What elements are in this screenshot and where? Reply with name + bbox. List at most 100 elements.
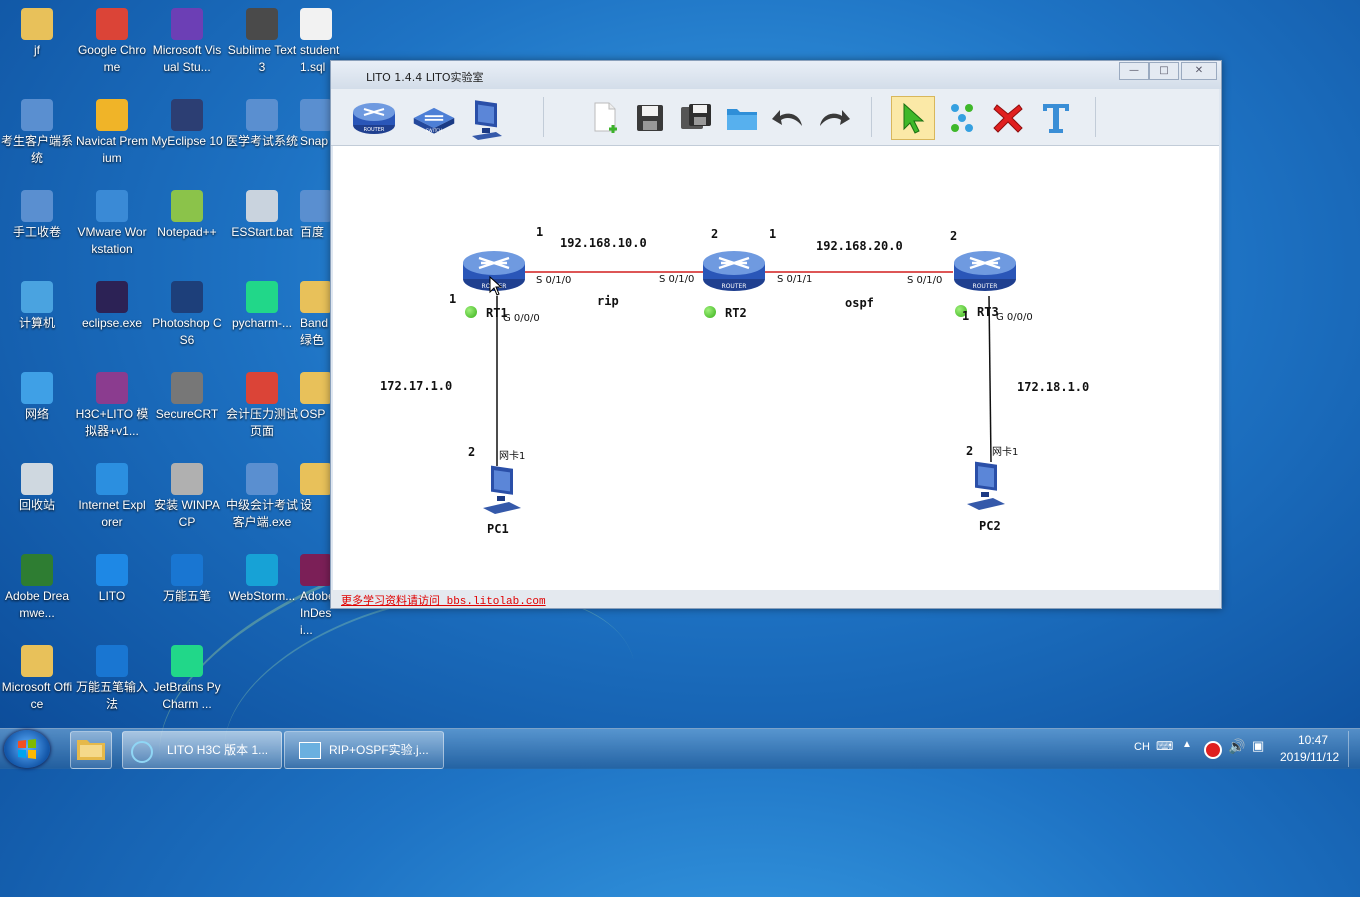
tray-expand-icon[interactable]: ▲	[1182, 739, 1192, 750]
save-button[interactable]	[627, 95, 673, 141]
desktop-icon[interactable]: 考生客户端系统	[0, 99, 74, 167]
topology-canvas[interactable]: ROUTERROUTERROUTER RT1 RT2 RT3	[333, 146, 1219, 590]
desktop-icon[interactable]: H3C+LITO 模拟器+v1...	[75, 372, 149, 440]
show-desktop-button[interactable]	[1348, 731, 1359, 767]
toolbar-separator	[871, 97, 872, 137]
desktop-icon[interactable]: Microsoft Office	[0, 645, 74, 713]
desktop-icon[interactable]: Google Chrome	[75, 8, 149, 76]
title-bar[interactable]: LITO 1.4.4 LITO实验室 — □ ✕	[331, 61, 1221, 89]
desktop-icon-label: 会计压力测试页面	[225, 407, 298, 438]
app-icon	[300, 99, 332, 131]
open-button[interactable]	[719, 95, 765, 141]
desktop-icon[interactable]: ESStart.bat	[225, 190, 299, 241]
language-indicator[interactable]: CH	[1134, 741, 1150, 753]
desktop-icon[interactable]: 网络	[0, 372, 74, 423]
desktop-icon[interactable]: 安装 WINPACP	[150, 463, 224, 531]
desktop-icon[interactable]: SecureCRT	[150, 372, 224, 423]
network-icon	[21, 372, 53, 404]
port-label: G 0/0/0	[503, 313, 540, 324]
add-pc-button[interactable]	[463, 95, 509, 141]
pc-icon	[967, 461, 1005, 510]
forum-link[interactable]: 更多学习资料请访问 bbs.litolab.com	[341, 592, 546, 608]
close-button[interactable]: ✕	[1181, 62, 1217, 80]
explorer-taskbar-button[interactable]	[70, 731, 112, 769]
undo-button[interactable]	[765, 95, 811, 141]
desktop-icon-label: VMware Workstation	[77, 225, 147, 256]
taskbar-button-image[interactable]: RIP+OSPF实验.j...	[284, 731, 444, 769]
pointer-icon	[903, 102, 925, 134]
desktop-icon[interactable]: 医学考试系统	[225, 99, 299, 150]
visual-studio-icon	[171, 8, 203, 40]
save-as-icon	[681, 104, 711, 129]
desktop-icon[interactable]: Notepad++	[150, 190, 224, 241]
desktop-icon[interactable]: JetBrains PyCharm ...	[150, 645, 224, 713]
connect-tool-button[interactable]	[939, 95, 985, 141]
app-icon	[21, 190, 53, 222]
wanneng-icon	[171, 554, 203, 586]
desktop-icon[interactable]: jf	[0, 8, 74, 59]
myeclipse-icon	[171, 99, 203, 131]
keyboard-icon[interactable]: ⌨	[1156, 739, 1173, 753]
desktop-icon[interactable]: VMware Workstation	[75, 190, 149, 258]
desktop-icon-label: 手工收卷	[12, 225, 61, 239]
pc1-label: PC1	[487, 522, 509, 536]
delete-tool-button[interactable]	[985, 95, 1031, 141]
add-router-button[interactable]: ROUTER	[351, 95, 397, 141]
desktop-icon-label: H3C+LITO 模拟器+v1...	[75, 407, 149, 438]
taskbar-button-lito[interactable]: LITO H3C 版本 1...	[122, 731, 282, 769]
text-tool-button[interactable]	[1033, 95, 1079, 141]
redo-button[interactable]	[811, 95, 857, 141]
desktop-icon-label: 中级会计考试客户端.exe	[225, 498, 298, 529]
save-as-button[interactable]	[673, 95, 719, 141]
eclipse-icon	[96, 281, 128, 313]
router-icon: ROUTER	[703, 251, 765, 291]
winrar-icon	[96, 372, 128, 404]
rt2-router[interactable]: ROUTER	[701, 246, 767, 300]
rt2-status-dot	[704, 306, 716, 318]
desktop-icon[interactable]: MyEclipse 10	[150, 99, 224, 150]
folder-icon	[77, 740, 105, 760]
desktop-icon[interactable]: 会计压力测试页面	[225, 372, 299, 440]
pc2-device[interactable]	[963, 456, 1009, 516]
folder-icon	[300, 463, 332, 495]
select-tool-button[interactable]	[891, 96, 935, 140]
windows-logo-icon	[18, 739, 36, 759]
network-label: 172.17.1.0	[380, 379, 453, 393]
port-label: S 0/1/0	[907, 275, 943, 286]
start-button[interactable]	[4, 730, 50, 768]
desktop-icon[interactable]: Internet Explorer	[75, 463, 149, 531]
desktop-icon[interactable]: Adobe Dreamwe...	[0, 554, 74, 622]
action-center-icon[interactable]: ▣	[1252, 738, 1264, 754]
desktop-icon-label: Notepad++	[157, 225, 217, 239]
minimize-button[interactable]: —	[1119, 62, 1149, 80]
desktop-icon[interactable]: 计算机	[0, 281, 74, 332]
clock-date[interactable]: 2019/11/12	[1280, 750, 1339, 764]
desktop-icon[interactable]: Photoshop CS6	[150, 281, 224, 349]
desktop-icon[interactable]: Sublime Text 3	[225, 8, 299, 76]
recycle-bin-icon	[21, 463, 53, 495]
add-switch-button[interactable]: SWITCH	[411, 95, 457, 141]
toolbar-separator	[1095, 97, 1096, 137]
rt3-router[interactable]: ROUTER	[952, 246, 1018, 300]
desktop-icon[interactable]: Microsoft Visual Stu...	[150, 8, 224, 76]
record-icon[interactable]	[1204, 741, 1222, 759]
desktop-icon[interactable]: 手工收卷	[0, 190, 74, 241]
desktop-icon[interactable]: 万能五笔输入法	[75, 645, 149, 713]
image-icon	[299, 742, 321, 759]
desktop-icon[interactable]: 万能五笔	[150, 554, 224, 605]
pc1-device[interactable]	[479, 460, 525, 520]
port-label: S 0/1/1	[777, 274, 813, 285]
clock-time[interactable]: 10:47	[1298, 733, 1328, 747]
desktop-icon[interactable]: eclipse.exe	[75, 281, 149, 332]
wanneng-icon	[96, 645, 128, 677]
desktop-icon[interactable]: Navicat Premium	[75, 99, 149, 167]
desktop-icon[interactable]: WebStorm...	[225, 554, 299, 605]
desktop-icon[interactable]: 回收站	[0, 463, 74, 514]
volume-icon[interactable]: 🔊	[1228, 738, 1245, 755]
new-file-button[interactable]	[583, 95, 629, 141]
desktop-icon[interactable]: LITO	[75, 554, 149, 605]
desktop-icon[interactable]: pycharm-...	[225, 281, 299, 332]
maximize-button[interactable]: □	[1149, 62, 1179, 80]
desktop-icon[interactable]: 中级会计考试客户端.exe	[225, 463, 299, 531]
pc-icon	[483, 465, 521, 514]
